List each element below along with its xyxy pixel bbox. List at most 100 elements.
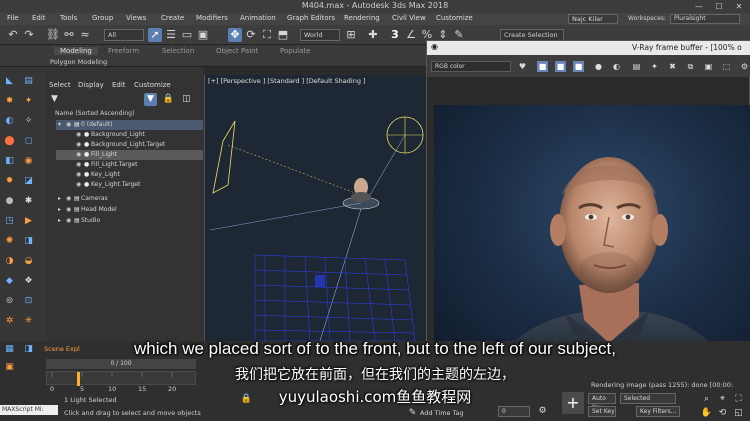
perspective-viewport[interactable]: [+] [Perspective ] [Standard ] [Default … [204,75,426,341]
key-filters-button[interactable]: Key Filters... [636,406,680,417]
vray-clear-icon[interactable]: ✖ [667,61,678,72]
eye-icon[interactable]: ◉ [66,194,74,204]
vray-alpha-icon[interactable]: ● [593,61,604,72]
expand-arrow-icon[interactable]: ▸ [58,205,66,215]
explorer-menu-edit[interactable]: Edit [112,81,126,89]
tree-row-key-light[interactable]: ◉ ● Key_Light [56,170,203,180]
tab-object-paint[interactable]: Object Paint [216,47,258,55]
select-and-scale-icon[interactable]: ⛶ [260,28,274,42]
tab-freeform[interactable]: Freeform [108,47,139,55]
window-crossing-icon[interactable]: ▣ [196,28,210,42]
motion-panel-icon[interactable]: ◐ [3,115,16,128]
frame-spinner[interactable]: 0 [498,406,530,417]
select-and-rotate-icon[interactable]: ⟳ [244,28,258,42]
vray-render-icon[interactable]: ▣ [703,61,714,72]
tree-row-background-light[interactable]: ◉ ● Background_Light [56,130,203,140]
vray-heart-icon[interactable]: ♥ [517,61,528,72]
menu-edit[interactable]: Edit [32,14,46,22]
menu-graph-editors[interactable]: Graph Editors [287,14,335,22]
unlink-icon[interactable]: ⚯ [62,28,76,42]
vray-region-icon[interactable]: ⬚ [721,61,732,72]
utilities-panel-icon[interactable]: ◧ [3,155,16,168]
sphere-tool-icon[interactable]: ● [3,195,16,208]
spacewarp-tool-icon[interactable]: ⊚ [3,295,16,308]
menu-rendering[interactable]: Rendering [344,14,380,22]
explorer-menu-select[interactable]: Select [49,81,71,89]
pan-icon[interactable]: ✋ [700,407,713,420]
maximize-button[interactable]: ☐ [710,1,728,12]
add-time-tag[interactable]: Add Time Tag [420,409,464,417]
explorer-menu-display[interactable]: Display [78,81,104,89]
link-icon[interactable]: ⛓ [46,28,60,42]
vray-red-channel-icon[interactable]: ■ [537,61,548,72]
vray-copy-icon[interactable]: ⧉ [685,61,696,72]
select-by-name-icon[interactable]: ☰ [164,28,178,42]
eye-icon[interactable]: ◉ [76,180,84,190]
eye-icon[interactable]: ◉ [66,216,74,226]
shape-tool-icon[interactable]: ◳ [3,215,16,228]
undo-icon[interactable]: ↶ [6,28,20,42]
eye-icon[interactable]: ◉ [76,130,84,140]
tab-modeling[interactable]: Modeling [54,47,98,55]
vray-settings-icon[interactable]: ⚙ [739,61,750,72]
snaps-toggle-icon[interactable]: 3 [388,28,402,42]
display-none-icon[interactable]: ◻ [22,135,35,148]
select-object-icon[interactable]: ➚ [148,28,162,42]
expand-arrow-icon[interactable]: ▸ [58,194,66,204]
close-button[interactable]: ✕ [730,1,748,12]
modify-panel-icon[interactable]: ◣ [3,75,16,88]
time-tag-icon[interactable]: ✎ [406,407,419,420]
select-manipulate-icon[interactable]: ✚ [366,28,380,42]
pivot-center-icon[interactable]: ⊞ [344,28,358,42]
bind-space-warp-icon[interactable]: ≈ [78,28,92,42]
menu-civil-view[interactable]: Civil View [392,14,426,22]
menu-create[interactable]: Create [161,14,184,22]
tree-row-fill-light[interactable]: ◉ ● Fill_Light [56,150,203,160]
expand-arrow-icon[interactable]: ▾ [58,120,66,130]
orbit-icon[interactable]: ⟲ [716,407,729,420]
layer-explorer-icon[interactable]: ✦ [22,95,35,108]
angle-snap-icon[interactable]: ∠ [404,28,418,42]
camera-tool-icon[interactable]: ◑ [3,255,16,268]
display-helpers-icon[interactable]: ◨ [22,235,35,248]
fire-effect-icon[interactable]: ✹ [3,175,16,188]
eye-icon[interactable]: ◉ [66,205,74,215]
reference-coordinate-dropdown[interactable]: World [300,29,340,41]
tree-row-default-layer[interactable]: ▾ ◉ ▤0 (default) [56,120,203,130]
maximize-viewport-icon[interactable]: ◱ [732,407,745,420]
vray-title-bar[interactable]: ◉ V-Ray frame buffer - [100% o [427,41,750,55]
vray-green-channel-icon[interactable]: ■ [555,61,566,72]
tree-row-key-light-target[interactable]: ◉ ● Key_Light.Target [56,180,203,190]
menu-views[interactable]: Views [126,14,146,22]
tree-row-studio[interactable]: ▸ ◉ ▤Studio [56,216,203,226]
select-and-move-icon[interactable]: ✥ [228,28,242,42]
filter-funnel-icon[interactable]: ▼ [48,93,61,106]
light-tool-icon[interactable]: ✺ [3,235,16,248]
user-account-dropdown[interactable]: Najc Kilar [568,14,618,24]
rectangular-selection-icon[interactable]: ▭ [180,28,194,42]
workspace-dropdown[interactable]: Pluralsight [670,14,740,24]
vray-mono-icon[interactable]: ◐ [611,61,622,72]
menu-modifiers[interactable]: Modifiers [196,14,228,22]
pin-icon[interactable]: ◫ [180,93,193,106]
tab-populate[interactable]: Populate [280,47,310,55]
menu-customize[interactable]: Customize [436,14,473,22]
tree-row-head-model[interactable]: ▸ ◉ ▤Head Model [56,205,203,215]
tab-selection[interactable]: Selection [162,47,194,55]
eye-icon[interactable]: ◉ [76,160,84,170]
lock-icon[interactable]: 🔒 [162,93,175,106]
vray-channel-dropdown[interactable]: RGB color [431,61,511,72]
filter-toggle-icon[interactable]: ▼ [144,93,157,106]
vray-blue-channel-icon[interactable]: ■ [573,61,584,72]
menu-group[interactable]: Group [92,14,113,22]
minimize-button[interactable]: — [690,1,708,12]
explorer-column-header[interactable]: Name (Sorted Ascending) [55,110,205,119]
select-and-place-icon[interactable]: ⬒ [276,28,290,42]
eye-icon[interactable]: ◉ [66,120,74,130]
set-key-button[interactable]: Set Key [588,406,616,417]
menu-tools[interactable]: Tools [60,14,77,22]
tree-row-fill-light-target[interactable]: ◉ ● Fill_Light.Target [56,160,203,170]
tree-row-cameras[interactable]: ▸ ◉ ▤Cameras [56,194,203,204]
menu-animation[interactable]: Animation [240,14,276,22]
eye-icon[interactable]: ◉ [76,150,84,160]
